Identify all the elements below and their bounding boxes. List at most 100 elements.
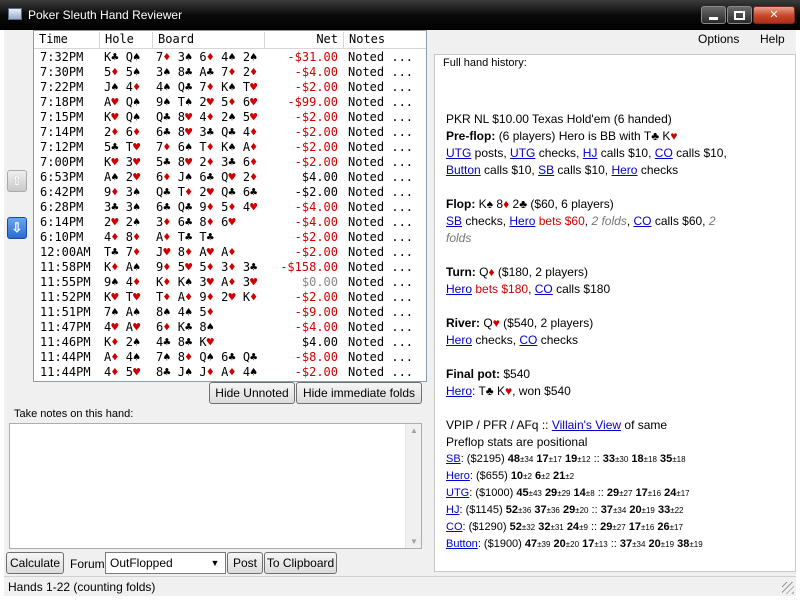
table-row[interactable]: 6:28PM 3♣ 3♠ 6♣ Q♣ 9♦ 5♦ 4♥ -$4.00 Noted ... [34, 200, 426, 215]
hand-notes[interactable]: Noted ... [348, 215, 426, 229]
player-link-hero[interactable]: Hero [509, 214, 535, 228]
hand-notes[interactable]: Noted ... [348, 245, 426, 259]
hand-notes[interactable]: Noted ... [348, 155, 426, 169]
player-link-button[interactable]: Button [446, 163, 481, 177]
table-row[interactable]: 12:00AM T♣ 7♦ J♥ 8♦ A♥ A♦ -$2.00 Noted ... [34, 245, 426, 260]
player-link-utg[interactable]: UTG [446, 146, 471, 160]
player-link-hj[interactable]: HJ [446, 504, 459, 516]
hand-notes[interactable]: Noted ... [348, 110, 426, 124]
table-row[interactable]: 11:46PM K♦ 2♠ 4♣ 8♣ K♥ $4.00 Noted ... [34, 335, 426, 350]
hand-notes[interactable]: Noted ... [348, 140, 426, 154]
card-suit: ♣ [206, 170, 214, 184]
table-row[interactable]: 11:51PM 7♠ A♠ 8♠ 4♠ 5♦ -$9.00 Noted ... [34, 305, 426, 320]
table-row[interactable]: 11:44PM 4♦ 5♥ 8♣ J♠ J♦ A♦ 4♠ -$2.00 Noted ..… [34, 365, 426, 380]
card: 6 [199, 170, 207, 184]
next-hand-button[interactable]: ⇩ [7, 217, 27, 239]
chevron-down-icon[interactable]: ▼ [207, 555, 223, 571]
hand-notes[interactable]: Noted ... [348, 365, 426, 379]
scroll-down-icon[interactable]: ▼ [410, 537, 418, 546]
player-link-co[interactable]: CO [519, 333, 537, 347]
table-row[interactable]: 6:42PM 9♦ 3♠ Q♣ T♦ 2♥ Q♣ 6♣ -$2.00 Noted ... [34, 185, 426, 200]
hand-notes[interactable]: Noted ... [348, 50, 426, 64]
card-suit: ♥ [228, 215, 236, 229]
minimize-button[interactable] [701, 6, 726, 24]
hand-list[interactable]: Time Hole Board Net Notes 7:32PM K♣ Q♠ 7♦ … [33, 30, 427, 382]
resize-grip-icon[interactable] [782, 582, 794, 594]
player-link-utg[interactable]: UTG [446, 487, 469, 499]
table-row[interactable]: 7:15PM K♥ Q♠ Q♣ 8♥ 4♦ 2♠ 5♥ -$2.00 Noted ... [34, 110, 426, 125]
close-button[interactable]: ✕ [753, 6, 795, 24]
hand-notes[interactable]: Noted ... [348, 95, 426, 109]
player-link-sb[interactable]: SB [446, 214, 462, 228]
player-link-hero[interactable]: Hero [611, 163, 637, 177]
hand-net: -$2.00 [294, 230, 338, 244]
menu-options[interactable]: Options [698, 32, 739, 46]
villains-view-link[interactable]: Villain's View [552, 418, 621, 432]
table-row[interactable]: 11:44PM A♦ 4♠ 7♠ 8♦ Q♠ 6♣ Q♣ -$8.00 Noted ..… [34, 350, 426, 365]
maximize-button[interactable] [727, 6, 752, 24]
table-row[interactable]: 11:52PM K♥ T♥ T♦ A♦ 9♦ 2♥ K♦ -$2.00 Noted ..… [34, 290, 426, 305]
column-header-board[interactable]: Board [153, 32, 265, 48]
table-row[interactable]: 7:32PM K♣ Q♠ 7♦ 3♠ 6♦ 4♠ 2♠ -$31.00 Noted ..… [34, 50, 426, 65]
hand-notes[interactable]: Noted ... [348, 125, 426, 139]
notes-scrollbar[interactable]: ▲ ▼ [405, 424, 421, 548]
hand-notes[interactable]: Noted ... [348, 335, 426, 349]
player-link-hero[interactable]: Hero [446, 384, 472, 398]
hand-notes[interactable]: Noted ... [348, 320, 426, 334]
table-row[interactable]: 11:58PM K♦ A♠ 9♦ 5♥ 5♦ 3♦ 3♣ -$158.00 Noted … [34, 260, 426, 275]
player-link-sb[interactable]: SB [538, 163, 554, 177]
card-suit: ♣ [228, 185, 236, 199]
player-link-hero[interactable]: Hero [446, 470, 470, 482]
hand-notes[interactable]: Noted ... [348, 170, 426, 184]
previous-hand-button[interactable]: ⇧ [7, 170, 27, 192]
hand-notes[interactable]: Noted ... [348, 185, 426, 199]
card: Q [125, 95, 133, 109]
to-clipboard-button[interactable]: To Clipboard [264, 552, 337, 574]
table-row[interactable]: 7:12PM 5♣ T♥ 7♦ 6♠ T♦ K♠ A♦ -$2.00 Noted ... [34, 140, 426, 155]
player-link-hero[interactable]: Hero [446, 282, 472, 296]
calculate-button[interactable]: Calculate [6, 552, 64, 574]
card-suit: ♣ [163, 335, 171, 349]
player-link-sb[interactable]: SB [446, 453, 461, 465]
hide-immediate-folds-button[interactable]: Hide immediate folds [296, 382, 422, 404]
hand-notes[interactable]: Noted ... [348, 230, 426, 244]
player-link-co[interactable]: CO [535, 282, 553, 296]
column-header-time[interactable]: Time [34, 32, 100, 48]
table-row[interactable]: 6:10PM 4♦ 8♦ A♦ T♣ T♣ -$2.00 Noted ... [34, 230, 426, 245]
hand-notes[interactable]: Noted ... [348, 350, 426, 364]
hand-notes[interactable]: Noted ... [348, 305, 426, 319]
hand-notes[interactable]: Noted ... [348, 200, 426, 214]
player-link-hj[interactable]: HJ [583, 146, 598, 160]
table-row[interactable]: 11:55PM 9♠ 4♦ K♦ K♠ 3♥ A♦ 3♥ $0.00 Noted ... [34, 275, 426, 290]
column-header-hole[interactable]: Hole [100, 32, 153, 48]
table-row[interactable]: 7:30PM 5♦ 5♠ 3♠ 8♣ A♣ 7♦ 2♦ -$4.00 Noted ... [34, 65, 426, 80]
hand-notes[interactable]: Noted ... [348, 290, 426, 304]
menu-help[interactable]: Help [760, 32, 785, 46]
hide-unnoted-button[interactable]: Hide Unnoted [209, 382, 295, 404]
hand-notes[interactable]: Noted ... [348, 275, 426, 289]
hand-net: -$4.00 [294, 320, 338, 334]
player-link-utg[interactable]: UTG [510, 146, 535, 160]
table-row[interactable]: 11:47PM 4♥ A♥ 6♦ K♣ 8♠ -$4.00 Noted ... [34, 320, 426, 335]
player-link-co[interactable]: CO [446, 521, 463, 533]
card: 3 [199, 125, 207, 139]
player-link-co[interactable]: CO [633, 214, 651, 228]
column-header-net[interactable]: Net [265, 32, 344, 48]
column-header-notes[interactable]: Notes [344, 32, 426, 48]
player-link-button[interactable]: Button [446, 538, 478, 550]
table-row[interactable]: 7:14PM 2♦ 6♦ 6♣ 8♥ 3♣ Q♣ 4♦ -$2.00 Noted ... [34, 125, 426, 140]
notes-textarea[interactable]: ▲ ▼ [9, 423, 422, 549]
player-link-co[interactable]: CO [655, 146, 673, 160]
table-row[interactable]: 6:14PM 2♥ 2♠ 3♦ 6♣ 8♦ 6♥ -$4.00 Noted ... [34, 215, 426, 230]
table-row[interactable]: 7:00PM K♥ 3♥ 5♣ 8♥ 2♦ 3♣ 6♦ -$2.00 Noted ... [34, 155, 426, 170]
hand-notes[interactable]: Noted ... [348, 260, 426, 274]
post-button[interactable]: Post [227, 552, 263, 574]
table-row[interactable]: 6:53PM A♠ 2♥ 6♦ J♠ 6♣ Q♥ 2♦ $4.00 Noted ... [34, 170, 426, 185]
hand-notes[interactable]: Noted ... [348, 80, 426, 94]
hand-notes[interactable]: Noted ... [348, 65, 426, 79]
scroll-up-icon[interactable]: ▲ [410, 426, 418, 435]
player-link-hero[interactable]: Hero [446, 333, 472, 347]
forum-select[interactable]: OutFlopped ▼ [105, 552, 226, 574]
table-row[interactable]: 7:22PM J♠ 4♦ 4♠ Q♣ 7♦ K♠ T♥ -$2.00 Noted ... [34, 80, 426, 95]
table-row[interactable]: 7:18PM A♥ Q♠ 9♠ T♠ 2♥ 5♦ 6♥ -$99.00 Noted ..… [34, 95, 426, 110]
